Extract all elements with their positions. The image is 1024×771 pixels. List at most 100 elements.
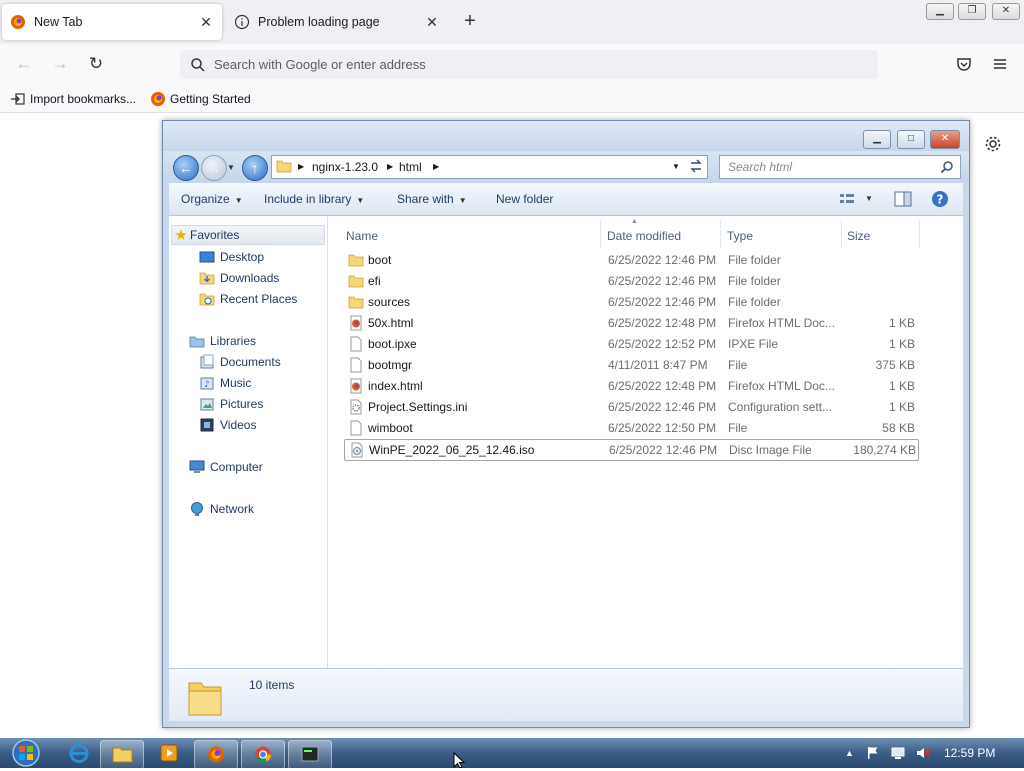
gear-icon[interactable] [984, 135, 1002, 153]
taskbar-ie-button[interactable] [58, 740, 100, 767]
column-divider[interactable] [720, 220, 721, 248]
breadcrumb-separator-icon[interactable]: ▶ [433, 162, 439, 171]
column-header-date[interactable]: Date modified [607, 229, 681, 243]
search-input[interactable]: Search html [719, 155, 961, 179]
explorer-title-bar: ▁ □ ✕ [163, 121, 969, 151]
file-row[interactable]: sources 6/25/2022 12:46 PM File folder [344, 292, 917, 312]
nav-label: Favorites [190, 228, 240, 242]
taskbar-firefox-button[interactable] [194, 740, 238, 769]
nav-network[interactable]: Network [189, 500, 254, 518]
tab-label: New Tab [34, 15, 83, 29]
address-bar[interactable]: ▶ nginx-1.23.0 ▶ html ▶ ▼ [271, 155, 708, 179]
breadcrumb-item[interactable]: nginx-1.23.0 [312, 160, 378, 174]
file-icon [350, 336, 362, 352]
file-list-pane: ▲ Name Date modified Type Size boot 6/25/… [328, 216, 963, 668]
taskbar-chrome-button[interactable] [241, 740, 285, 769]
nav-desktop[interactable]: Desktop [199, 248, 264, 266]
organize-button[interactable]: Organize ▼ [181, 192, 243, 206]
file-row[interactable]: boot 6/25/2022 12:46 PM File folder [344, 250, 917, 270]
column-divider[interactable] [841, 220, 842, 248]
column-header-type[interactable]: Type [727, 229, 753, 243]
file-row[interactable]: bootmgr 4/11/2011 8:47 PM File 375 KB [344, 355, 917, 375]
reload-icon[interactable]: ↻ [86, 54, 106, 74]
explorer-maximize-button[interactable]: □ [897, 130, 925, 149]
explorer-close-button[interactable]: ✕ [930, 130, 960, 149]
tab-new-tab[interactable]: New Tab ✕ [2, 4, 222, 40]
folder-icon [112, 747, 133, 763]
show-hidden-icons-chevron-icon[interactable]: ▲ [845, 748, 854, 758]
file-row[interactable]: 50x.html 6/25/2022 12:48 PM Firefox HTML D… [344, 313, 917, 333]
minimize-window-button[interactable]: ▁ [926, 3, 954, 20]
column-header-name[interactable]: Name [346, 229, 378, 243]
recent-pages-chevron-icon[interactable]: ▼ [227, 163, 235, 172]
hamburger-menu-icon[interactable] [991, 55, 1009, 73]
close-tab-icon[interactable]: ✕ [424, 14, 440, 30]
nav-libraries[interactable]: Libraries [189, 332, 256, 350]
file-type: File folder [728, 295, 781, 309]
breadcrumb-separator-icon[interactable]: ▶ [298, 162, 304, 171]
search-icon[interactable] [940, 160, 954, 174]
nav-documents[interactable]: Documents [199, 353, 281, 371]
address-dropdown-icon[interactable]: ▼ [672, 162, 680, 171]
file-size: 1 KB [888, 316, 915, 330]
pocket-icon[interactable] [955, 55, 973, 73]
bookmark-getting-started[interactable]: Getting Started [150, 91, 251, 107]
column-divider[interactable] [600, 220, 601, 248]
taskbar-terminal-button[interactable] [288, 740, 332, 769]
view-options-icon[interactable] [839, 191, 855, 207]
nav-computer[interactable]: Computer [189, 458, 263, 476]
volume-muted-icon[interactable] [916, 746, 930, 760]
restore-window-button[interactable]: ❐ [958, 3, 986, 20]
nav-favorites[interactable]: ★ Favorites [171, 225, 325, 245]
new-folder-button[interactable]: New folder [496, 192, 553, 206]
file-size: 58 KB [882, 421, 915, 435]
file-row[interactable]: efi 6/25/2022 12:46 PM File folder [344, 271, 917, 291]
nav-label: Pictures [220, 397, 264, 411]
breadcrumb-separator-icon[interactable]: ▶ [387, 162, 393, 171]
share-with-button[interactable]: Share with ▼ [397, 192, 467, 206]
forward-arrow-icon[interactable]: → [50, 54, 70, 74]
help-icon[interactable]: ? [931, 190, 949, 208]
item-count: 10 items [249, 678, 295, 692]
action-center-flag-icon[interactable] [866, 746, 880, 760]
close-tab-icon[interactable]: ✕ [198, 14, 214, 30]
url-bar[interactable]: Search with Google or enter address [180, 50, 878, 79]
file-name: bootmgr [368, 358, 413, 372]
new-tab-plus-icon[interactable]: + [461, 11, 479, 31]
nav-music[interactable]: ♪ Music [199, 374, 251, 392]
taskbar-media-player-button[interactable] [148, 740, 190, 767]
nav-pictures[interactable]: Pictures [199, 395, 263, 413]
documents-icon [200, 354, 214, 369]
nav-videos[interactable]: Videos [199, 416, 256, 434]
clock-time[interactable]: 12:59 PM [944, 746, 995, 760]
forward-arrow-icon[interactable]: → [201, 155, 227, 181]
back-arrow-icon[interactable]: ← [14, 54, 34, 74]
include-in-library-button[interactable]: Include in library ▼ [264, 192, 364, 206]
nav-recent-places[interactable]: Recent Places [199, 290, 297, 308]
file-row[interactable]: Project.Settings.ini 6/25/2022 12:46 PM Co… [344, 397, 917, 417]
breadcrumb-item[interactable]: html [399, 160, 422, 174]
refresh-icon[interactable] [686, 155, 706, 177]
explorer-minimize-button[interactable]: ▁ [863, 130, 891, 149]
nav-downloads[interactable]: Downloads [199, 269, 279, 287]
file-type: File folder [728, 274, 781, 288]
column-divider[interactable] [919, 220, 920, 248]
network-tray-icon[interactable] [891, 746, 905, 760]
column-header-size[interactable]: Size [847, 229, 870, 243]
file-row[interactable]: wimboot 6/25/2022 12:50 PM File 58 KB [344, 418, 917, 438]
file-row[interactable]: WinPE_2022_06_25_12.46.iso 6/25/2022 12:4… [344, 439, 919, 461]
start-button[interactable] [8, 739, 44, 767]
file-row[interactable]: index.html 6/25/2022 12:48 PM Firefox HTML… [344, 376, 917, 396]
close-window-button[interactable]: ✕ [992, 3, 1020, 20]
taskbar-explorer-button[interactable] [100, 740, 144, 769]
bookmark-label: Getting Started [170, 92, 251, 106]
folder-icon [348, 254, 364, 267]
view-options-chevron-icon[interactable]: ▼ [865, 194, 873, 203]
bookmark-import[interactable]: Import bookmarks... [10, 91, 136, 107]
tab-problem-loading[interactable]: Problem loading page ✕ [226, 4, 448, 40]
up-arrow-icon[interactable]: ↑ [242, 155, 268, 181]
preview-pane-icon[interactable] [894, 191, 912, 207]
back-arrow-icon[interactable]: ← [173, 155, 199, 181]
file-name: sources [368, 295, 411, 309]
file-row[interactable]: boot.ipxe 6/25/2022 12:52 PM IPXE File 1 KB [344, 334, 917, 354]
